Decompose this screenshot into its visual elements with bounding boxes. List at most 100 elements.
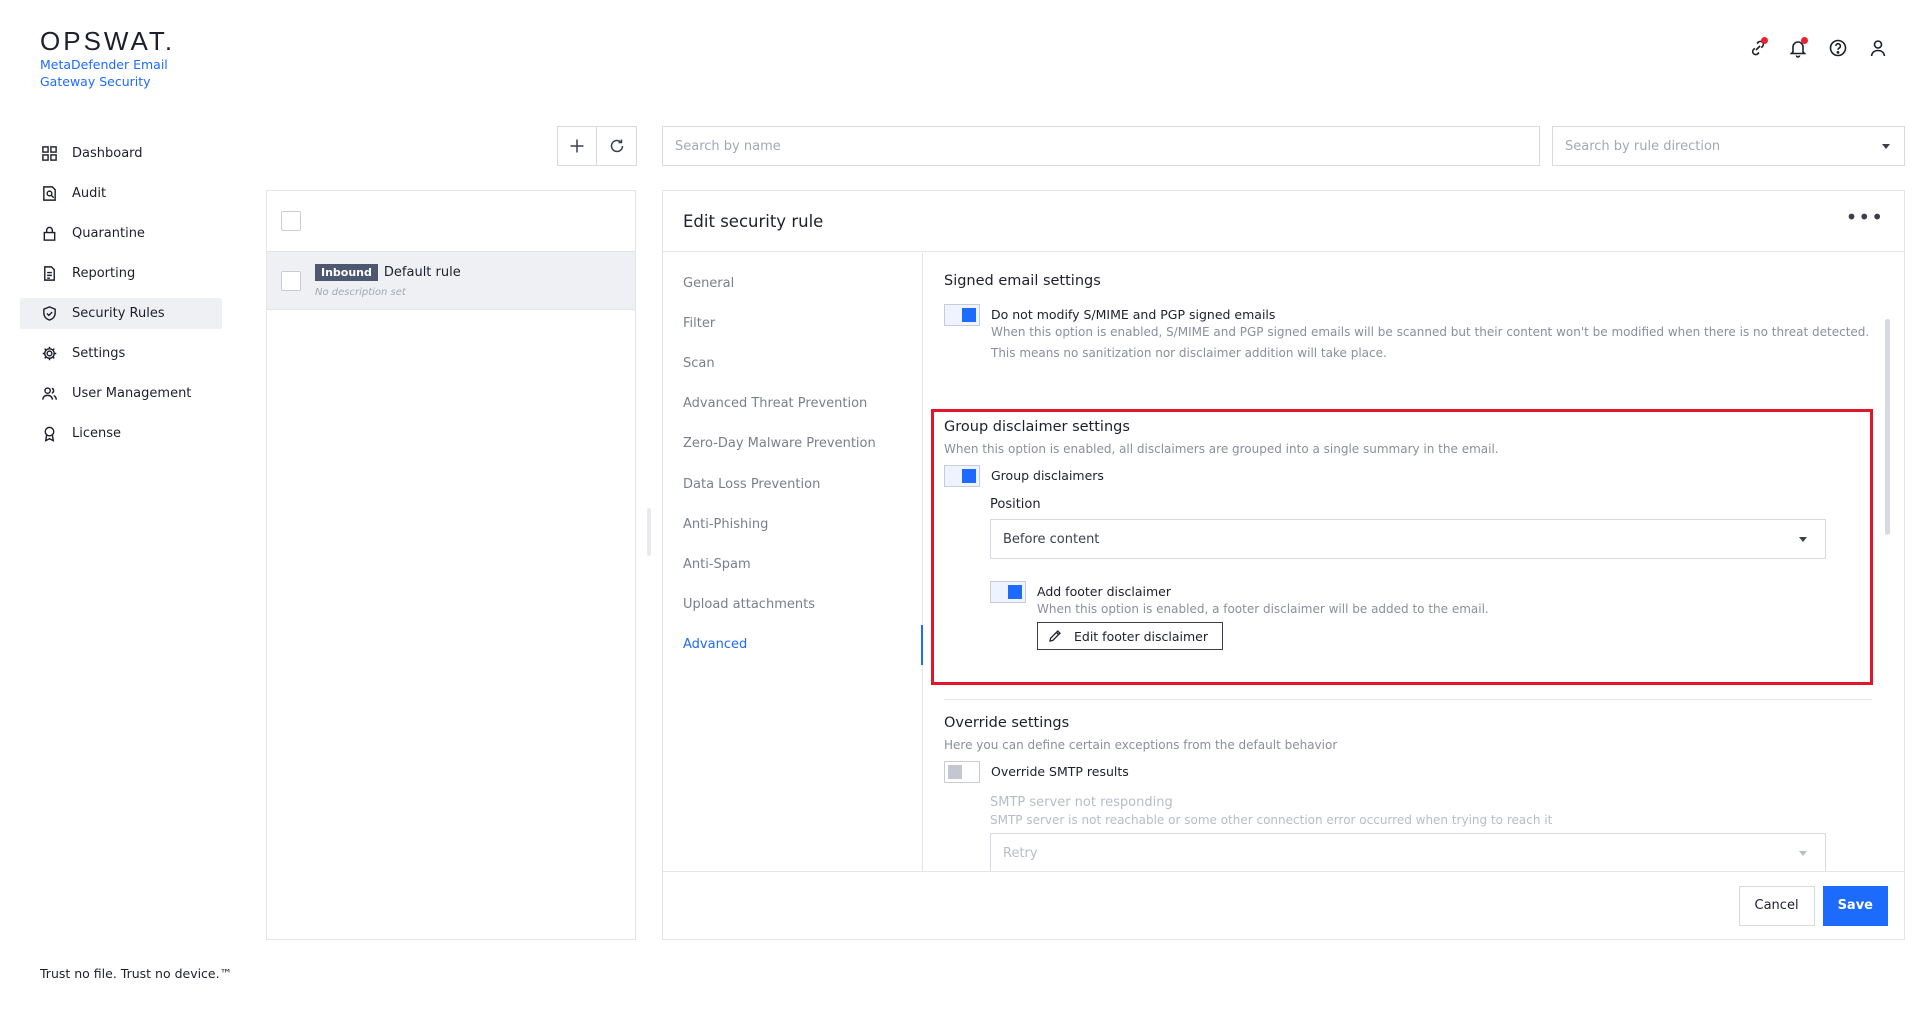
page-title: Edit security rule: [683, 211, 824, 231]
override-help: Here you can define certain exceptions f…: [944, 738, 1338, 752]
position-label: Position: [990, 497, 1041, 512]
override-smtp-toggle[interactable]: [944, 761, 980, 783]
sidebar-item-license[interactable]: License: [20, 418, 222, 449]
header-actions: [1746, 36, 1890, 60]
footer-disclaimer-toggle[interactable]: [990, 581, 1026, 603]
dashboard-icon: [40, 145, 58, 163]
search-by-direction-select[interactable]: Search by rule direction: [1552, 126, 1905, 166]
sidebar-item-user-management[interactable]: User Management: [20, 378, 222, 409]
users-icon: [40, 385, 58, 403]
tagline: Trust no file. Trust no device.™: [40, 966, 233, 981]
search-by-name-input[interactable]: Search by name: [662, 126, 1540, 166]
rule-info: Inbound Default rule No description set: [315, 263, 461, 298]
group-disclaimers-toggle[interactable]: [944, 465, 980, 487]
rules-list-header: [267, 191, 635, 252]
content-scrollbar[interactable]: [1885, 319, 1890, 535]
sidebar-item-security-rules[interactable]: Security Rules: [20, 298, 222, 329]
plus-icon: [570, 139, 584, 153]
group-disclaimer-help: When this option is enabled, all disclai…: [944, 442, 1499, 456]
edit-footer-disclaimer-button[interactable]: Edit footer disclaimer: [1037, 622, 1223, 650]
sidebar-item-label: User Management: [72, 386, 192, 401]
tab-filter[interactable]: Filter: [663, 303, 922, 343]
override-section: Override settings Here you can define ce…: [944, 715, 1864, 873]
sidebar-item-label: License: [72, 426, 122, 441]
signed-email-toggle[interactable]: [944, 304, 980, 326]
group-disclaimer-section: Group disclaimer settings When this opti…: [944, 419, 1864, 650]
notifications-button[interactable]: [1786, 36, 1810, 60]
sidebar-item-label: Audit: [72, 186, 107, 201]
audit-icon: [40, 185, 58, 203]
shield-check-icon: [40, 305, 58, 323]
smtp-not-responding-label: SMTP server not responding: [990, 795, 1173, 810]
tab-advanced[interactable]: Advanced: [663, 624, 923, 666]
signed-email-toggle-label: Do not modify S/MIME and PGP signed emai…: [991, 307, 1276, 322]
help-icon: [1829, 39, 1847, 57]
signed-email-help-2: This means no sanitization nor disclaime…: [991, 346, 1387, 360]
tab-scan[interactable]: Scan: [663, 343, 922, 383]
save-button[interactable]: Save: [1822, 885, 1888, 926]
chevron-down-icon: [1799, 536, 1807, 542]
rule-description: No description set: [315, 286, 406, 298]
smtp-not-responding-help: SMTP server is not reachable or some oth…: [990, 813, 1553, 827]
product-name: MetaDefender Email Gateway Security: [40, 56, 200, 90]
sidebar-nav: Dashboard Audit Quarantine Reporting Sec…: [20, 138, 222, 458]
rule-checkbox[interactable]: [281, 270, 301, 291]
chevron-down-icon: [1882, 143, 1890, 149]
tab-anti-spam[interactable]: Anti-Spam: [663, 544, 922, 584]
smtp-retry-select[interactable]: Retry: [990, 833, 1826, 873]
opswat-logo: OPSWAT.: [40, 26, 176, 56]
product-name-line2: Gateway Security: [40, 74, 151, 89]
refresh-icon: [610, 139, 623, 153]
sidebar-item-reporting[interactable]: Reporting: [20, 258, 222, 289]
edit-rule-panel: Edit security rule ••• General Filter Sc…: [662, 190, 1905, 940]
group-disclaimer-title: Group disclaimer settings: [944, 419, 1130, 435]
sidebar-item-label: Settings: [72, 346, 126, 361]
panel-resize-handle[interactable]: [647, 508, 651, 556]
tab-advanced-threat-prevention[interactable]: Advanced Threat Prevention: [663, 384, 922, 424]
search-by-name-placeholder: Search by name: [675, 138, 781, 154]
help-button[interactable]: [1826, 36, 1850, 60]
sidebar-item-audit[interactable]: Audit: [20, 178, 222, 209]
notification-dot: [1801, 37, 1808, 44]
rule-tabs: General Filter Scan Advanced Threat Prev…: [663, 253, 923, 873]
tab-general[interactable]: General: [663, 263, 922, 303]
cancel-button[interactable]: Cancel: [1738, 885, 1815, 926]
lock-icon: [40, 225, 58, 243]
list-toolbar: [557, 126, 637, 166]
sidebar-item-quarantine[interactable]: Quarantine: [20, 218, 222, 249]
select-all-checkbox[interactable]: [281, 211, 301, 231]
position-select-value: Before content: [1003, 531, 1100, 547]
edit-rule-header: Edit security rule •••: [663, 191, 1904, 252]
tab-data-loss-prevention[interactable]: Data Loss Prevention: [663, 464, 922, 504]
user-icon: [1870, 40, 1886, 57]
position-select[interactable]: Before content: [990, 519, 1826, 559]
tab-upload-attachments[interactable]: Upload attachments: [663, 585, 922, 625]
chevron-down-icon: [1799, 850, 1807, 856]
section-divider: [944, 699, 1872, 700]
footer-disclaimer-label: Add footer disclaimer: [1037, 584, 1171, 599]
gear-icon: [40, 345, 58, 363]
smtp-retry-value: Retry: [1003, 845, 1038, 861]
signed-email-section: Signed email settings Do not modify S/MI…: [944, 273, 1874, 364]
tab-zero-day-malware-prevention[interactable]: Zero-Day Malware Prevention: [663, 424, 922, 464]
more-options-icon[interactable]: •••: [1846, 207, 1884, 230]
sidebar-item-dashboard[interactable]: Dashboard: [20, 138, 222, 169]
override-title: Override settings: [944, 715, 1070, 731]
signed-email-help-1: When this option is enabled, S/MIME and …: [991, 325, 1870, 339]
rule-direction-badge: Inbound: [315, 263, 378, 281]
rules-list-panel: Inbound Default rule No description set: [266, 190, 636, 940]
user-profile-button[interactable]: [1866, 36, 1890, 60]
rule-row[interactable]: Inbound Default rule No description set: [267, 252, 635, 310]
refresh-button[interactable]: [597, 126, 637, 166]
pencil-icon: [1049, 630, 1061, 642]
tab-anti-phishing[interactable]: Anti-Phishing: [663, 504, 922, 544]
edit-footer-disclaimer-label: Edit footer disclaimer: [1074, 628, 1208, 644]
sidebar-item-label: Security Rules: [72, 306, 165, 321]
add-rule-button[interactable]: [557, 126, 597, 166]
integrations-button[interactable]: [1746, 36, 1770, 60]
sidebar-item-label: Dashboard: [72, 146, 143, 161]
sidebar-item-settings[interactable]: Settings: [20, 338, 222, 369]
sidebar-item-label: Quarantine: [72, 226, 145, 241]
signed-email-title: Signed email settings: [944, 273, 1101, 289]
sidebar-item-label: Reporting: [72, 266, 136, 281]
